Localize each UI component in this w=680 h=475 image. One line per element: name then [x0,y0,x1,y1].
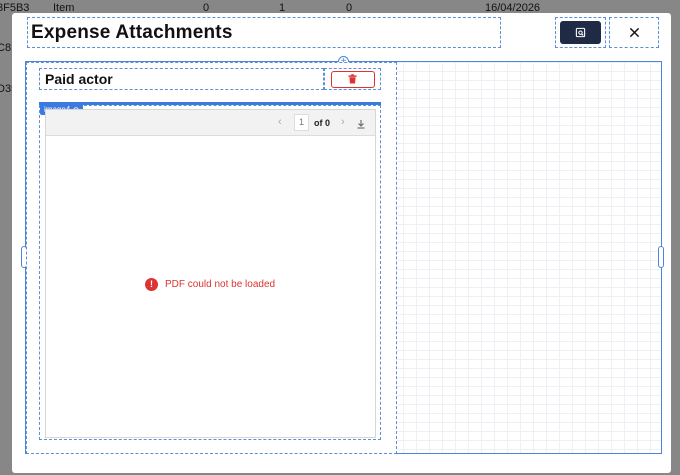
page-total: of 0 [314,118,331,128]
right-resize-handle[interactable] [658,246,664,268]
pdf-viewer: ‹ 1 of 0 › ! PDF could not be loaded [45,109,376,438]
pdf-error: ! PDF could not be loaded [145,278,275,291]
close-button[interactable] [609,17,659,48]
download-button[interactable] [356,116,366,134]
attachment-label: Paid actor [45,71,113,87]
attachment-label-container: Paid actor [39,68,324,90]
error-icon: ! [145,278,158,291]
close-icon [629,27,639,38]
modal-title-container: Expense Attachments [27,17,501,48]
delete-button-container [324,68,381,90]
trash-icon [348,74,357,84]
download-icon [357,120,365,129]
error-message: PDF could not be loaded [165,279,276,290]
expense-attachments-modal: Expense Attachments + Paid actor [12,13,671,473]
view-icon [575,27,586,38]
delete-attachment-button[interactable] [330,70,375,88]
next-page-button[interactable]: › [341,116,345,128]
view-button[interactable] [560,21,601,44]
prev-page-button[interactable]: ‹ [278,116,282,128]
page-number-input[interactable]: 1 [294,114,309,131]
pdf-toolbar: ‹ 1 of 0 › [46,110,375,136]
view-button-container [555,17,606,48]
modal-title: Expense Attachments [31,21,233,43]
